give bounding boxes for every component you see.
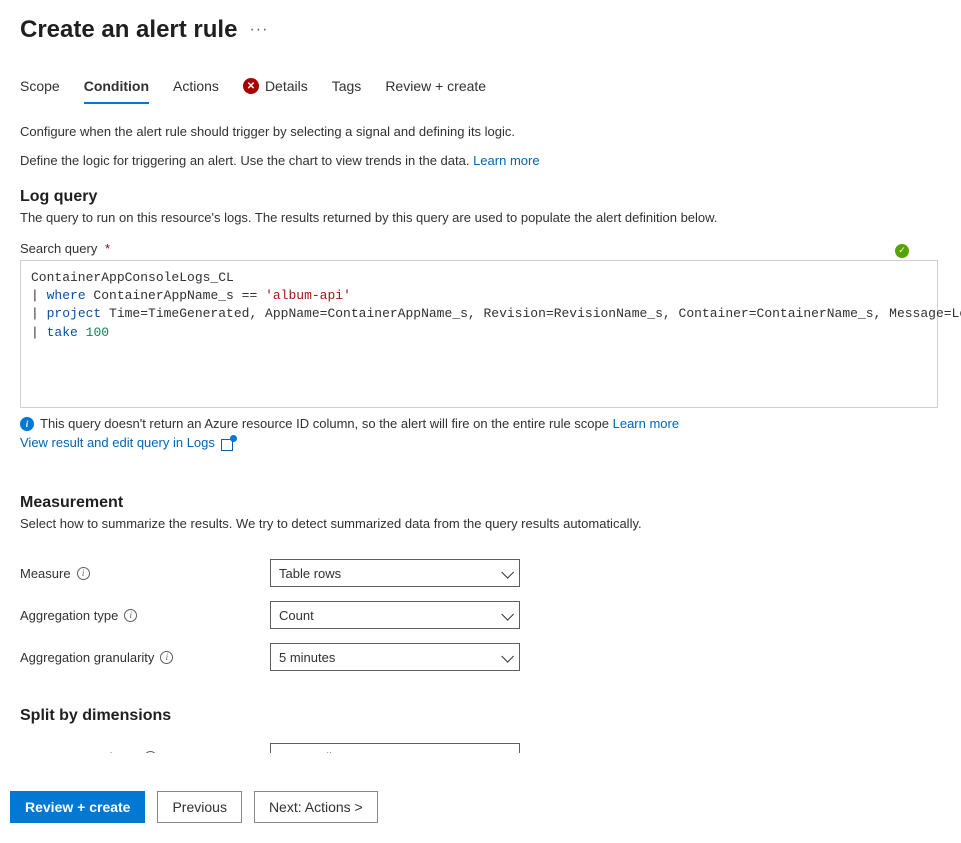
measurement-title: Measurement: [20, 494, 941, 512]
footer-bar: Review + create Previous Next: Actions >: [0, 779, 961, 843]
aggregation-type-select-wrap: [270, 601, 520, 629]
query-info-row: i This query doesn't return an Azure res…: [20, 416, 941, 431]
view-result-link[interactable]: View result and edit query in Logs: [20, 435, 215, 450]
condition-desc-2-text: Define the logic for triggering an alert…: [20, 153, 473, 168]
more-icon[interactable]: ···: [249, 21, 268, 39]
tab-review-label: Review + create: [385, 78, 486, 94]
tab-actions-label: Actions: [173, 78, 219, 94]
split-dimensions-title: Split by dimensions: [20, 707, 941, 725]
tab-actions[interactable]: Actions: [173, 72, 219, 104]
aggregation-type-row: Aggregation type i: [20, 601, 941, 629]
tab-review[interactable]: Review + create: [385, 72, 486, 104]
measure-row: Measure i: [20, 559, 941, 587]
learn-more-link[interactable]: Learn more: [473, 153, 539, 168]
search-query-label-row: Search query * ✓: [20, 241, 941, 260]
required-asterisk: *: [105, 241, 110, 256]
aggregation-type-select[interactable]: [270, 601, 520, 629]
tab-details-label: Details: [265, 78, 308, 94]
tab-condition-label: Condition: [84, 78, 149, 94]
tab-scope[interactable]: Scope: [20, 72, 60, 104]
log-query-title: Log query: [20, 188, 941, 206]
condition-desc-2: Define the logic for triggering an alert…: [20, 153, 941, 168]
search-query-label: Search query: [20, 241, 97, 256]
help-icon[interactable]: i: [160, 651, 173, 664]
error-icon: ✕: [243, 78, 259, 94]
tab-scope-label: Scope: [20, 78, 60, 94]
search-query-input[interactable]: ContainerAppConsoleLogs_CL | where Conta…: [20, 260, 938, 408]
measure-select[interactable]: [270, 559, 520, 587]
review-create-button[interactable]: Review + create: [10, 791, 145, 823]
page-title: Create an alert rule: [20, 16, 237, 44]
content-area: Configure when the alert rule should tri…: [0, 104, 961, 767]
tab-tags[interactable]: Tags: [332, 72, 362, 104]
tab-details[interactable]: ✕ Details: [243, 72, 308, 104]
condition-desc-1: Configure when the alert rule should tri…: [20, 124, 941, 139]
previous-button[interactable]: Previous: [157, 791, 241, 823]
help-icon[interactable]: i: [144, 751, 157, 754]
next-actions-button[interactable]: Next: Actions >: [254, 791, 378, 823]
tab-bar: Scope Condition Actions ✕ Details Tags R…: [0, 72, 961, 104]
aggregation-granularity-select[interactable]: [270, 643, 520, 671]
resource-id-label: Resource ID column i: [20, 750, 270, 754]
view-result-link-row: View result and edit query in Logs: [20, 435, 941, 450]
tab-tags-label: Tags: [332, 78, 362, 94]
logs-icon[interactable]: [221, 436, 235, 450]
query-info-text: This query doesn't return an Azure resou…: [40, 416, 679, 431]
help-icon[interactable]: i: [124, 609, 137, 622]
aggregation-type-label: Aggregation type i: [20, 608, 270, 623]
check-icon: ✓: [895, 244, 909, 258]
page-header: Create an alert rule ···: [0, 0, 961, 72]
info-icon: i: [20, 417, 34, 431]
log-query-desc: The query to run on this resource's logs…: [20, 210, 941, 225]
resource-id-select-wrap: [270, 743, 520, 753]
measure-select-wrap: [270, 559, 520, 587]
aggregation-granularity-label: Aggregation granularity i: [20, 650, 270, 665]
measure-label: Measure i: [20, 566, 270, 581]
query-info-learn-more-link[interactable]: Learn more: [613, 416, 679, 431]
aggregation-granularity-select-wrap: [270, 643, 520, 671]
measurement-desc: Select how to summarize the results. We …: [20, 516, 941, 531]
aggregation-granularity-row: Aggregation granularity i: [20, 643, 941, 671]
resource-id-select[interactable]: [270, 743, 520, 753]
help-icon[interactable]: i: [77, 567, 90, 580]
resource-id-row: Resource ID column i: [20, 743, 941, 753]
tab-condition[interactable]: Condition: [84, 72, 149, 104]
